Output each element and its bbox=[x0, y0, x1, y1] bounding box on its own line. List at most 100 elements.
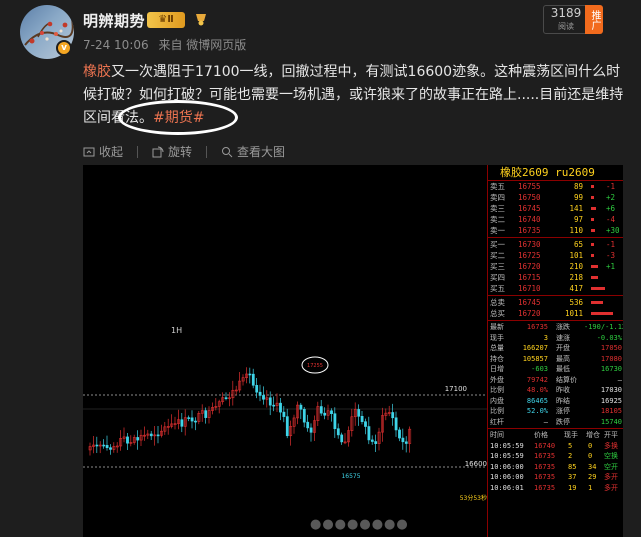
trades-list: 10:05:59 16740 5 0 多换 10:05:59 16735 2 0 空换 10:06:… bbox=[488, 441, 623, 494]
asks-label: 卖三 bbox=[490, 204, 505, 213]
candle-body bbox=[360, 416, 364, 422]
trade-time: 10:06:01 bbox=[490, 483, 524, 492]
bids-bar bbox=[591, 254, 594, 257]
trade-type: 多开 bbox=[604, 473, 618, 481]
trade-vol: 19 bbox=[568, 483, 577, 492]
bids-vol: 417 bbox=[569, 284, 583, 293]
stat-value: — bbox=[543, 417, 548, 426]
trade-oi: 0 bbox=[588, 441, 593, 450]
fan-badge-icon[interactable] bbox=[193, 11, 209, 27]
bids-label: 买五 bbox=[490, 284, 505, 293]
stat-key: 开盘 bbox=[556, 344, 570, 352]
asks-change: +6 bbox=[606, 204, 616, 213]
hashtag-link[interactable]: #期货# bbox=[153, 110, 204, 126]
stat-key: 比例 bbox=[490, 407, 504, 415]
topic-link[interactable]: 橡胶 bbox=[83, 64, 111, 80]
bids-price: 16715 bbox=[518, 273, 541, 282]
trade-vol: 85 bbox=[568, 462, 577, 471]
weibo-post: v 明辨期势 ♛Ⅱ 7-24 10:06 来自 微博网页版 3189 阅读 推广… bbox=[0, 0, 641, 537]
asks-label: 卖二 bbox=[490, 215, 505, 224]
total-bid-label: 总买 bbox=[490, 309, 505, 318]
stat-value: -0.03% bbox=[596, 333, 622, 342]
view-large-label: 查看大图 bbox=[237, 145, 286, 159]
stat-key: 速涨 bbox=[556, 333, 570, 342]
stat-row: 总量 166207 开盘 17050 bbox=[488, 343, 623, 354]
candle-body bbox=[398, 429, 401, 439]
total-ask-row: 总卖 16745 536 bbox=[488, 297, 623, 308]
asks-bar bbox=[591, 229, 595, 232]
candle-body bbox=[187, 417, 191, 419]
read-count-box: 3189 阅读 bbox=[543, 5, 589, 34]
candle-body bbox=[204, 410, 208, 418]
collapse-button[interactable]: 收起 bbox=[83, 143, 123, 160]
asks-label: 卖一 bbox=[490, 226, 505, 235]
bids-bar bbox=[591, 276, 598, 279]
trade-vol: 37 bbox=[568, 473, 577, 481]
vip-level: Ⅱ bbox=[167, 14, 174, 25]
bids-price: 16725 bbox=[518, 251, 541, 260]
stats-list: 最新 16735 涨跌 -190/-1.12% 现手 3 速涨 -0.03% 总量 166207 开… bbox=[488, 322, 623, 427]
read-label: 阅读 bbox=[558, 22, 574, 31]
candle-body bbox=[251, 373, 255, 386]
bids-price: 16710 bbox=[518, 284, 541, 293]
total-ask-bar bbox=[591, 301, 603, 304]
candle-body bbox=[194, 420, 197, 423]
read-count: 3189 bbox=[550, 6, 582, 20]
asks-bar bbox=[591, 207, 596, 210]
candle-body bbox=[299, 404, 303, 410]
username[interactable]: 明辨期势 bbox=[83, 10, 145, 31]
stat-key: 总量 bbox=[490, 344, 504, 352]
candle-body bbox=[401, 437, 405, 443]
divider bbox=[206, 145, 208, 158]
candle-body bbox=[105, 445, 109, 448]
candlestick-chart: 1H 17100 16600 17255 16575 53分53秒 bbox=[83, 326, 487, 502]
bids-vol: 65 bbox=[573, 240, 583, 249]
countdown-label: 53分53秒 bbox=[460, 494, 487, 502]
candles-group bbox=[88, 367, 412, 456]
stat-key: 持仓 bbox=[490, 354, 504, 363]
verified-icon: v bbox=[56, 40, 72, 56]
bids-row: 买三 16720 210 +1 bbox=[488, 261, 623, 272]
stat-row: 日增 -603 最低 16730 bbox=[488, 364, 623, 375]
rotate-button[interactable]: 旋转 bbox=[152, 143, 192, 160]
timeframe-label: 1H bbox=[171, 326, 182, 335]
trade-time: 10:06:00 bbox=[490, 462, 524, 471]
divider bbox=[488, 295, 623, 296]
post-image-chart[interactable]: 1H 17100 16600 17255 16575 53分53秒 橡胶2609… bbox=[83, 165, 623, 537]
promote-button[interactable]: 推广 bbox=[585, 5, 603, 34]
trade-row: 10:06:01 16735 19 1 多开 bbox=[488, 483, 623, 494]
asks-bar bbox=[591, 218, 594, 221]
bids-row: 买一 16730 65 -1 bbox=[488, 239, 623, 250]
total-ask-price: 16745 bbox=[518, 298, 541, 307]
stat-key: 现手 bbox=[490, 333, 504, 342]
stat-key: 昨收 bbox=[556, 386, 570, 394]
asks-change: -1 bbox=[606, 182, 616, 191]
view-large-button[interactable]: 查看大图 bbox=[221, 143, 285, 160]
trades-header-type: 开平 bbox=[604, 431, 618, 439]
asks-change: -4 bbox=[606, 215, 616, 224]
vip-badge[interactable]: ♛Ⅱ bbox=[147, 12, 185, 28]
bids-label: 买一 bbox=[490, 240, 505, 249]
asks-row: 卖四 16750 99 +2 bbox=[488, 192, 623, 203]
post-time[interactable]: 7-24 10:06 bbox=[83, 38, 149, 52]
stat-value: 16730 bbox=[600, 365, 622, 373]
collapse-icon bbox=[83, 147, 95, 156]
ask-list: 卖五 16755 89 -1 卖四 16750 99 +2 卖三 16745 141 +6 卖二 1674… bbox=[488, 181, 623, 236]
asks-vol: 141 bbox=[569, 204, 583, 213]
divider bbox=[137, 145, 139, 158]
trade-type: 空换 bbox=[604, 452, 618, 460]
candle-body bbox=[126, 436, 129, 444]
stat-key: 最新 bbox=[490, 323, 504, 331]
bids-bar bbox=[591, 265, 598, 268]
bids-row: 买五 16710 417 bbox=[488, 283, 623, 294]
trade-time: 10:05:59 bbox=[490, 452, 524, 460]
stat-key: 日增 bbox=[490, 365, 504, 373]
stat-key: 最高 bbox=[556, 354, 570, 363]
asks-row: 卖二 16740 97 -4 bbox=[488, 214, 623, 225]
bids-vol: 210 bbox=[569, 262, 583, 271]
trade-price: 16735 bbox=[534, 483, 556, 492]
stat-value: 17080 bbox=[600, 354, 622, 363]
candle-body bbox=[323, 412, 327, 416]
trade-type: 多开 bbox=[604, 483, 618, 492]
asks-price: 16750 bbox=[518, 193, 541, 202]
